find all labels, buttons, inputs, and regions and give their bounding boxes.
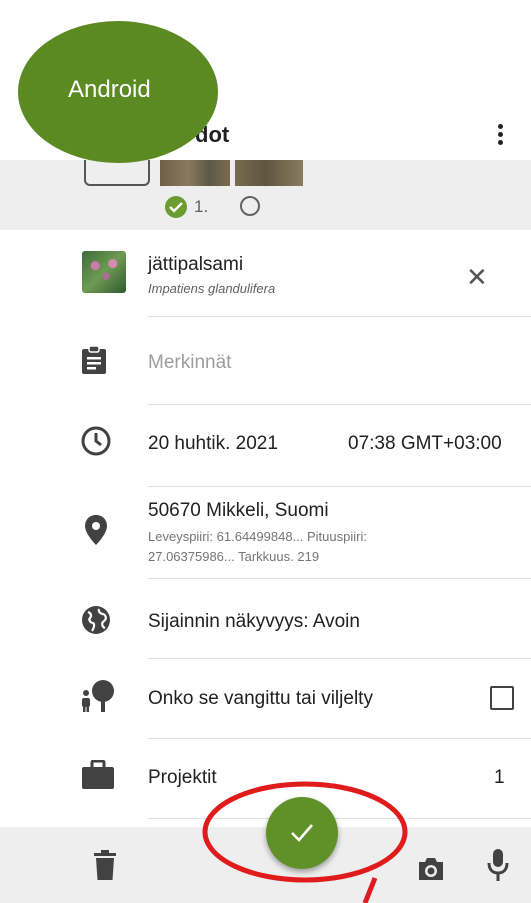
location-pin-icon xyxy=(84,514,108,551)
species-common-name[interactable]: jättipalsami xyxy=(148,254,243,276)
observation-time[interactable]: 07:38 GMT+03:00 xyxy=(348,433,502,455)
location-accuracy: 27.06375986... Tarkkuus. 219 xyxy=(148,549,320,564)
android-badge-label: Android xyxy=(68,76,151,103)
location-coordinates: Leveyspiiri: 61.64499848... Pituuspiiri: xyxy=(148,529,367,544)
photo-thumbnail[interactable] xyxy=(235,160,303,186)
save-fab-button[interactable] xyxy=(266,797,338,869)
clipboard-icon xyxy=(80,345,108,380)
clock-icon xyxy=(80,425,112,462)
more-vert-icon[interactable] xyxy=(492,124,508,148)
notes-input[interactable]: Merkinnät xyxy=(148,352,231,374)
captive-checkbox[interactable] xyxy=(490,686,514,710)
photo-select-radio[interactable] xyxy=(240,196,260,216)
globe-icon xyxy=(80,604,112,641)
divider xyxy=(148,658,531,659)
species-scientific-name: Impatiens glandulifera xyxy=(148,281,276,296)
divider xyxy=(148,818,531,819)
add-photo-slot[interactable] xyxy=(84,160,150,186)
microphone-icon[interactable] xyxy=(487,849,509,888)
location-place[interactable]: 50670 Mikkeli, Suomi xyxy=(148,500,329,522)
photo-thumbnail[interactable] xyxy=(160,160,230,186)
check-icon[interactable] xyxy=(165,196,187,218)
divider xyxy=(148,486,531,487)
divider xyxy=(148,578,531,579)
close-icon[interactable]: ✕ xyxy=(466,264,488,290)
projects-label[interactable]: Projektit xyxy=(148,767,217,789)
tree-person-icon xyxy=(80,679,116,718)
divider xyxy=(148,738,531,739)
briefcase-icon xyxy=(81,759,115,795)
photo-selected-number: 1. xyxy=(194,197,209,216)
divider xyxy=(148,404,531,405)
species-image xyxy=(82,251,126,293)
trash-icon[interactable] xyxy=(94,850,116,885)
captive-label: Onko se vangittu tai viljelty xyxy=(148,688,373,709)
divider xyxy=(148,316,531,317)
location-visibility[interactable]: Sijainnin näkyvyys: Avoin xyxy=(148,611,360,633)
projects-count: 1 xyxy=(494,767,505,788)
observation-date[interactable]: 20 huhtik. 2021 xyxy=(148,433,278,455)
camera-icon[interactable] xyxy=(417,857,445,886)
